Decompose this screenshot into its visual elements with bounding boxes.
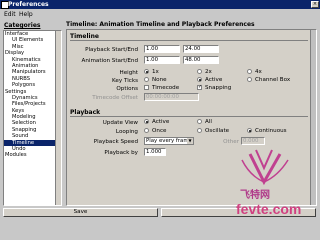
animation-start-field[interactable]: 1.00 (144, 56, 180, 64)
playback-start-end-label: Playback Start/End (85, 47, 138, 53)
playback-by-label: Playback by (104, 150, 138, 156)
chevron-down-icon: ▼ (187, 138, 193, 144)
height-1x-radio[interactable]: 1x (144, 69, 159, 75)
other-label: Other (223, 139, 239, 145)
height-2x-radio[interactable]: 2x (197, 69, 212, 75)
timecode-checkbox[interactable]: Timecode (144, 85, 179, 91)
snapping-checkbox[interactable]: Snapping (197, 84, 231, 91)
keyticks-channel-box-radio[interactable]: Channel Box (247, 77, 290, 83)
close-icon[interactable]: × (311, 1, 319, 8)
title-bar: Preferences × (0, 0, 320, 9)
categories-scrollbar[interactable] (55, 31, 61, 205)
categories-title: Categories (4, 22, 41, 29)
menu-edit[interactable]: Edit (4, 11, 16, 18)
watermark-logo (241, 149, 289, 186)
menu-help[interactable]: Help (19, 11, 33, 18)
update-view-all-radio[interactable]: All (197, 119, 212, 125)
timecode-offset-label: Timecode Offset (92, 95, 138, 101)
looping-continuous-radio[interactable]: Continuous (247, 128, 287, 134)
timecode-offset-field[interactable]: 00:00:00:00 (144, 93, 199, 101)
update-view-active-radio[interactable]: Active (144, 119, 169, 125)
menu-bar: Edit Help (0, 9, 320, 18)
categories-list[interactable]: Interface UI Elements Misc Display Kinematic… (3, 30, 62, 206)
height-4x-radio[interactable]: 4x (247, 69, 262, 75)
looping-once-radio[interactable]: Once (144, 128, 166, 134)
key-ticks-label: Key Ticks (112, 78, 138, 84)
animation-start-end-label: Animation Start/End (81, 58, 138, 64)
playback-section-heading: Playback (70, 109, 308, 117)
playback-by-field[interactable]: 1.000 (144, 148, 166, 156)
options-label: Options (116, 86, 138, 92)
keyticks-none-radio[interactable]: None (144, 77, 167, 83)
playback-speed-select[interactable]: Play every frame ▼ (144, 137, 194, 145)
watermark-en-text: fevte.com (236, 201, 302, 217)
timeline-section-heading: Timeline (70, 33, 308, 41)
watermark-cn-text: 飞特网 (240, 190, 270, 201)
other-speed-field[interactable]: 0.000 (241, 137, 265, 145)
page-title: Timeline: Animation Timeline and Playbac… (66, 21, 255, 28)
category-item[interactable]: Modules (4, 152, 61, 158)
save-button[interactable]: Save (3, 208, 158, 217)
animation-end-field[interactable]: 48.00 (183, 56, 219, 64)
height-label: Height (119, 70, 139, 76)
looping-oscillate-radio[interactable]: Oscillate (197, 128, 229, 134)
update-view-label: Update View (102, 120, 138, 126)
playback-start-field[interactable]: 1.00 (144, 45, 180, 53)
playback-speed-label: Playback Speed (93, 139, 138, 145)
playback-end-field[interactable]: 24.00 (183, 45, 219, 53)
settings-scrollbar[interactable] (310, 30, 316, 205)
window-title: Preferences (8, 1, 49, 8)
keyticks-active-radio[interactable]: Active (197, 77, 222, 83)
looping-label: Looping (115, 129, 138, 135)
